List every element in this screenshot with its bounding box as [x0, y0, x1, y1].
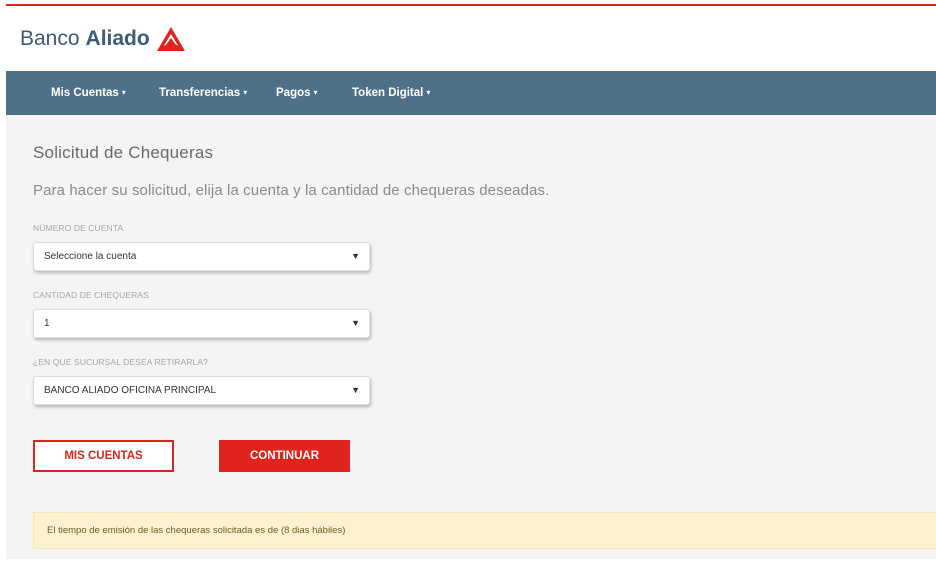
nav-transferencias[interactable]: Transferencias ▾: [159, 71, 247, 115]
account-select[interactable]: Seleccione la cuenta ▼: [33, 242, 370, 271]
bank-logo-icon: [156, 27, 185, 51]
header: Banco Aliado: [6, 6, 936, 71]
page-title: Solicitud de Chequeras: [33, 143, 214, 162]
continuar-button[interactable]: CONTINUAR: [219, 440, 350, 472]
caret-down-icon: ▾: [426, 88, 431, 97]
account-number-label: NÚMERO DE CUENTA: [33, 223, 124, 233]
page: Banco Aliado Mis Cuentas ▾ Transferencias…: [0, 0, 936, 565]
dropdown-arrow-icon: ▼: [351, 318, 360, 328]
checkbook-quantity-label: CANTIDAD DE CHEQUERAS: [33, 290, 149, 300]
nav-pagos[interactable]: Pagos ▾: [276, 71, 318, 115]
mis-cuentas-button[interactable]: MIS CUENTAS: [33, 440, 174, 472]
bank-logo[interactable]: Banco Aliado: [20, 26, 186, 52]
dropdown-arrow-icon: ▼: [351, 385, 360, 395]
brand-name-light: Banco: [20, 27, 80, 50]
branch-select-value: BANCO ALIADO OFICINA PRINCIPAL: [44, 385, 217, 396]
emission-time-notice: El tiempo de emisión de las chequeras so…: [33, 512, 936, 549]
nav-label: Pagos: [276, 87, 311, 99]
caret-down-icon: ▾: [243, 88, 248, 97]
nav-mis-cuentas[interactable]: Mis Cuentas ▾: [51, 71, 126, 115]
nav-label: Transferencias: [159, 87, 241, 99]
page-subtitle: Para hacer su solicitud, elija la cuenta…: [33, 182, 550, 199]
branch-select[interactable]: BANCO ALIADO OFICINA PRINCIPAL ▼: [33, 376, 370, 405]
main-navbar: Mis Cuentas ▾ Transferencias ▾ Pagos ▾ Toke…: [6, 71, 936, 115]
checkbook-quantity-select[interactable]: 1 ▼: [33, 309, 370, 338]
account-select-value: Seleccione la cuenta: [44, 251, 137, 262]
caret-down-icon: ▾: [313, 88, 318, 97]
dropdown-arrow-icon: ▼: [351, 251, 360, 261]
brand-name-bold: Aliado: [85, 27, 150, 50]
notice-text: El tiempo de emisión de las chequeras so…: [47, 525, 346, 536]
branch-label: ¿EN QUE SUCURSAL DESEA RETIRARLA?: [33, 357, 208, 367]
nav-token-digital[interactable]: Token Digital ▾: [352, 71, 430, 115]
checkbook-quantity-value: 1: [44, 318, 50, 329]
main-content: Solicitud de Chequeras Para hacer su sol…: [6, 115, 936, 559]
caret-down-icon: ▾: [121, 88, 126, 97]
nav-label: Mis Cuentas: [51, 87, 119, 99]
nav-label: Token Digital: [352, 87, 424, 99]
